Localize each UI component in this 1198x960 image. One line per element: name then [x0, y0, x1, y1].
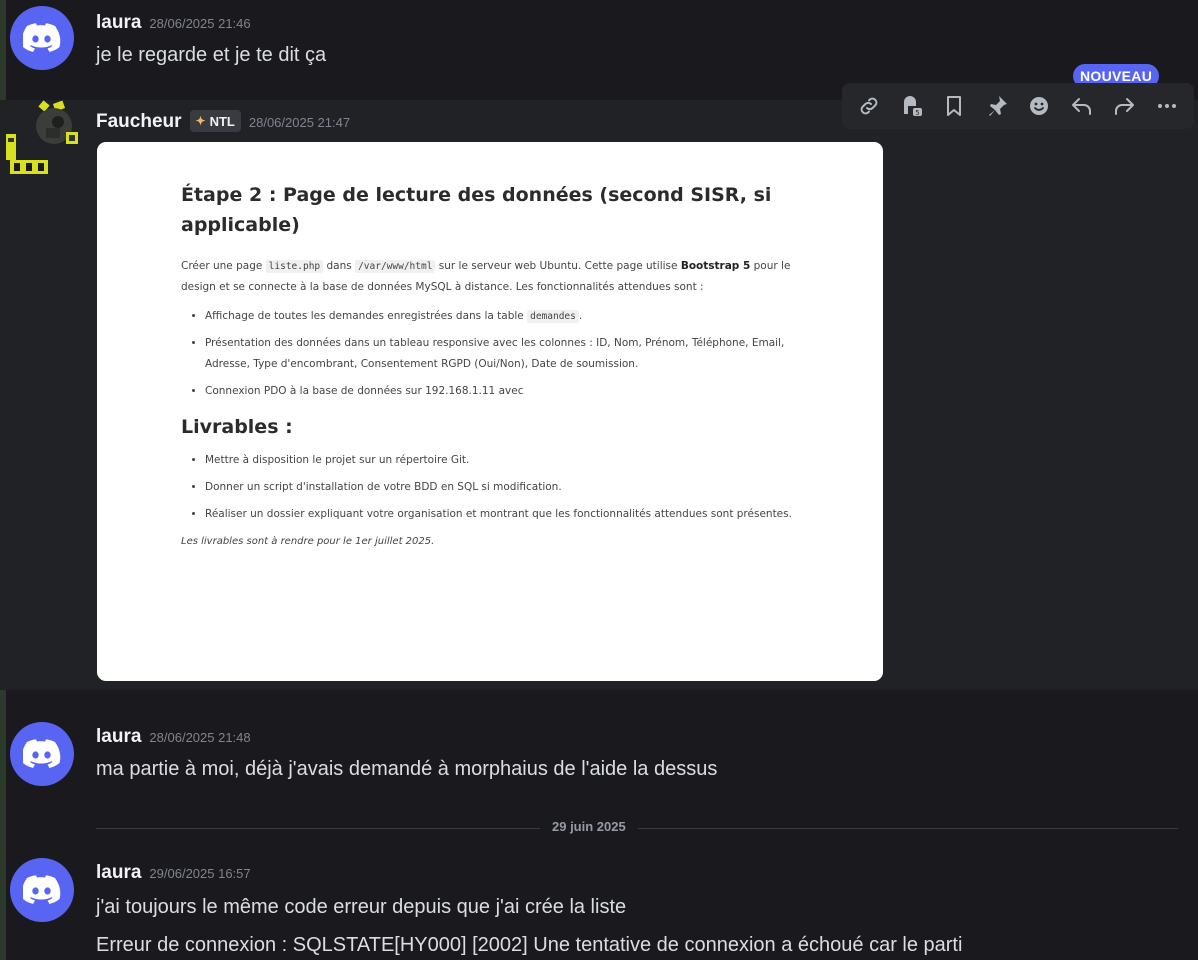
broom-icon: ✦ — [195, 114, 206, 128]
guild-tag-label: NTL — [209, 113, 235, 129]
list-item: Réaliser un dossier expliquant votre org… — [205, 504, 823, 525]
message-actions-toolbar: 5 — [842, 83, 1194, 129]
discord-logo-icon — [23, 23, 61, 52]
deadline-note: Les livrables sont à rendre pour le 1er … — [181, 536, 435, 547]
username[interactable]: laura — [96, 862, 141, 884]
add-reaction-button[interactable] — [1023, 90, 1055, 122]
livrables-heading: Livrables : — [181, 416, 293, 438]
pin-icon — [988, 96, 1007, 116]
timestamp: 28/06/2025 21:47 — [248, 115, 351, 130]
avatar[interactable] — [10, 6, 74, 70]
username[interactable]: laura — [96, 726, 141, 748]
copy-link-button[interactable] — [853, 90, 885, 122]
livrables-list: Mettre à disposition le projet sur un ré… — [205, 450, 823, 525]
guild-tag[interactable]: ✦ NTL — [189, 110, 241, 132]
bookmark-button[interactable] — [938, 90, 970, 122]
date-divider-label: 29 juin 2025 — [540, 819, 638, 834]
more-options-button[interactable] — [1151, 90, 1183, 122]
username[interactable]: Faucheur — [96, 111, 182, 133]
attachment-heading: Étape 2 : Page de lecture des données (s… — [181, 184, 772, 236]
username[interactable]: laura — [96, 12, 141, 34]
timestamp: 29/06/2025 16:57 — [149, 866, 251, 881]
discord-logo-icon — [23, 875, 61, 904]
message-text: Erreur de connexion : SQLSTATE[HY000] [2… — [96, 934, 963, 956]
list-item: Mettre à disposition le projet sur un ré… — [205, 450, 823, 471]
list-item: Présentation des données dans un tableau… — [205, 333, 823, 375]
bookmark-icon — [947, 96, 962, 116]
features-list: Affichage de toutes les demandes enregis… — [205, 306, 823, 402]
inline-code-file: liste.php — [265, 260, 324, 273]
list-item: Affichage de toutes les demandes enregis… — [205, 306, 823, 327]
pin-button[interactable] — [981, 90, 1013, 122]
forward-icon — [1115, 98, 1135, 115]
reply-icon — [1071, 98, 1091, 115]
image-attachment[interactable]: Étape 2 : Page de lecture des données (s… — [97, 142, 883, 681]
list-item: Donner un script d'installation de votre… — [205, 477, 823, 498]
svg-text:5: 5 — [915, 109, 919, 117]
bold-text: Bootstrap 5 — [680, 260, 751, 272]
list-item: Connexion PDO à la base de données sur 1… — [205, 381, 823, 402]
inline-code-path: /var/www/html — [355, 260, 436, 273]
reply-button[interactable] — [1066, 90, 1098, 122]
create-thread-button[interactable]: 5 — [896, 90, 928, 122]
avatar[interactable] — [10, 722, 74, 786]
message-text: je le regarde et je te dit ça — [96, 44, 327, 66]
link-icon — [860, 97, 878, 115]
avatar-with-decoration[interactable] — [6, 100, 82, 180]
message-text: ma partie à moi, déjà j'avais demandé à … — [96, 758, 718, 780]
emoji-icon — [1030, 97, 1049, 115]
avatar[interactable] — [10, 858, 74, 922]
message-text: j'ai toujours le même code erreur depuis… — [96, 896, 627, 918]
message: laura 29/06/2025 16:57 j'ai toujours le … — [0, 840, 1198, 960]
message: laura 28/06/2025 21:48 ma partie à moi, … — [0, 690, 1198, 800]
forward-button[interactable] — [1108, 90, 1140, 122]
more-icon — [1157, 104, 1176, 108]
timestamp: 28/06/2025 21:46 — [149, 16, 251, 31]
attachment-intro: Créer une page liste.php dans /var/www/h… — [181, 260, 791, 293]
inline-code-table: demandes — [527, 310, 579, 323]
discord-logo-icon — [23, 739, 61, 768]
thread-icon: 5 — [903, 96, 922, 117]
timestamp: 28/06/2025 21:48 — [149, 730, 251, 745]
